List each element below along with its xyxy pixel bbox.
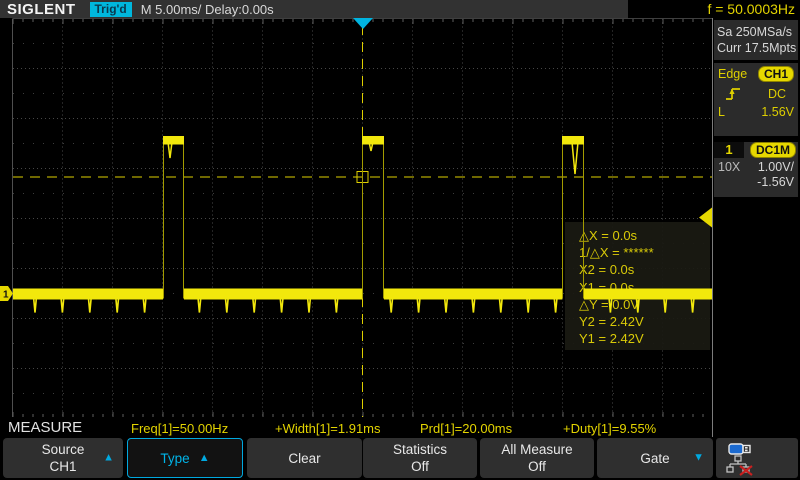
statistics-button[interactable]: Statistics Off [363, 438, 477, 478]
usb-icon [728, 442, 754, 456]
frequency-counter-zone: f = 50.0003Hz [628, 0, 800, 18]
type-button[interactable]: Type ▲ [127, 438, 243, 478]
gate-button[interactable]: Gate ▼ [597, 438, 713, 478]
status-icon-panel [716, 438, 798, 478]
channel-number: 1 [714, 142, 744, 158]
channel-offset: -1.56V [757, 175, 794, 189]
menu-down-arrow-icon: ▼ [693, 450, 704, 467]
trigger-level-label: L [718, 105, 725, 119]
trigger-type: Edge [718, 67, 747, 81]
cursor-intersection-marker [357, 172, 368, 183]
cursor-readout-panel[interactable]: △X = 0.0s 1/△X = ****** X2 = 0.0s X1 = 0… [565, 222, 710, 350]
cursor-inv-delta-x: 1/△X = ****** [579, 244, 710, 261]
acquisition-info-box: Sa 250MSa/s Curr 17.5Mpts [714, 20, 798, 60]
cursor-y1: Y1 = 2.42V [579, 330, 710, 347]
memory-depth: Curr 17.5Mpts [717, 41, 798, 55]
siglent-logo: SIGLENT [7, 1, 76, 18]
clear-label: Clear [288, 450, 320, 467]
trigger-source-badge: CH1 [758, 66, 794, 82]
cursor-delta-x: △X = 0.0s [579, 227, 710, 244]
channel-coupling-badge: DC1M [750, 142, 796, 158]
softkey-menu: Source CH1 ▲ Type ▲ Clear Statistics Off… [0, 437, 800, 480]
probe-attenuation: 10X [718, 160, 740, 174]
source-button[interactable]: Source CH1 ▲ [3, 438, 123, 478]
all-measure-button[interactable]: All Measure Off [480, 438, 594, 478]
lan-disconnected-icon [726, 455, 758, 477]
measurement-period: Prd[1]=20.00ms [420, 421, 512, 436]
measurement-freq: Freq[1]=50.00Hz [131, 421, 228, 436]
svg-text:1: 1 [3, 290, 9, 301]
timebase-readout[interactable]: M 5.00ms/ Delay:0.00s [141, 2, 274, 17]
source-value: CH1 [49, 458, 76, 475]
trigger-coupling: DC [768, 87, 786, 101]
rising-edge-icon [724, 85, 744, 102]
all-measure-value: Off [528, 458, 546, 475]
menu-up-arrow-icon: ▲ [103, 450, 114, 467]
measure-title: MEASURE [8, 419, 82, 436]
cursor-delta-y: △Y = 0.0V [579, 296, 710, 313]
sample-rate: Sa 250MSa/s [717, 25, 798, 39]
trigger-status-badge: Trig'd [90, 2, 132, 17]
cursor-y2: Y2 = 2.42V [579, 313, 710, 330]
measurement-pwidth: +Width[1]=1.91ms [275, 421, 381, 436]
trigger-level-value: 1.56V [761, 105, 794, 119]
cursor-x2: X2 = 0.0s [579, 261, 710, 278]
type-label: Type [160, 450, 189, 467]
source-label: Source [42, 441, 85, 458]
statistics-label: Statistics [393, 441, 447, 458]
clear-button[interactable]: Clear [247, 438, 362, 478]
cursor-x1: X1 = 0.0s [579, 279, 710, 296]
frequency-counter: f = 50.0003Hz [707, 1, 795, 17]
measurement-pduty: +Duty[1]=9.55% [563, 421, 656, 436]
trigger-info-box[interactable]: Edge CH1 DC L 1.56V [714, 63, 798, 136]
measure-strip: MEASURE Freq[1]=50.00Hz +Width[1]=1.91ms… [0, 417, 712, 437]
all-measure-label: All Measure [501, 441, 572, 458]
menu-up-arrow-icon: ▲ [199, 450, 210, 467]
gate-label: Gate [640, 450, 669, 467]
channel1-info-box[interactable]: 1 DC1M 10X 1.00V/ -1.56V [714, 142, 798, 197]
statistics-value: Off [411, 458, 429, 475]
channel1-marker [0, 286, 13, 301]
sidebar-divider [712, 18, 713, 437]
trigger-position-marker [353, 18, 373, 29]
volts-per-div: 1.00V/ [758, 160, 794, 174]
